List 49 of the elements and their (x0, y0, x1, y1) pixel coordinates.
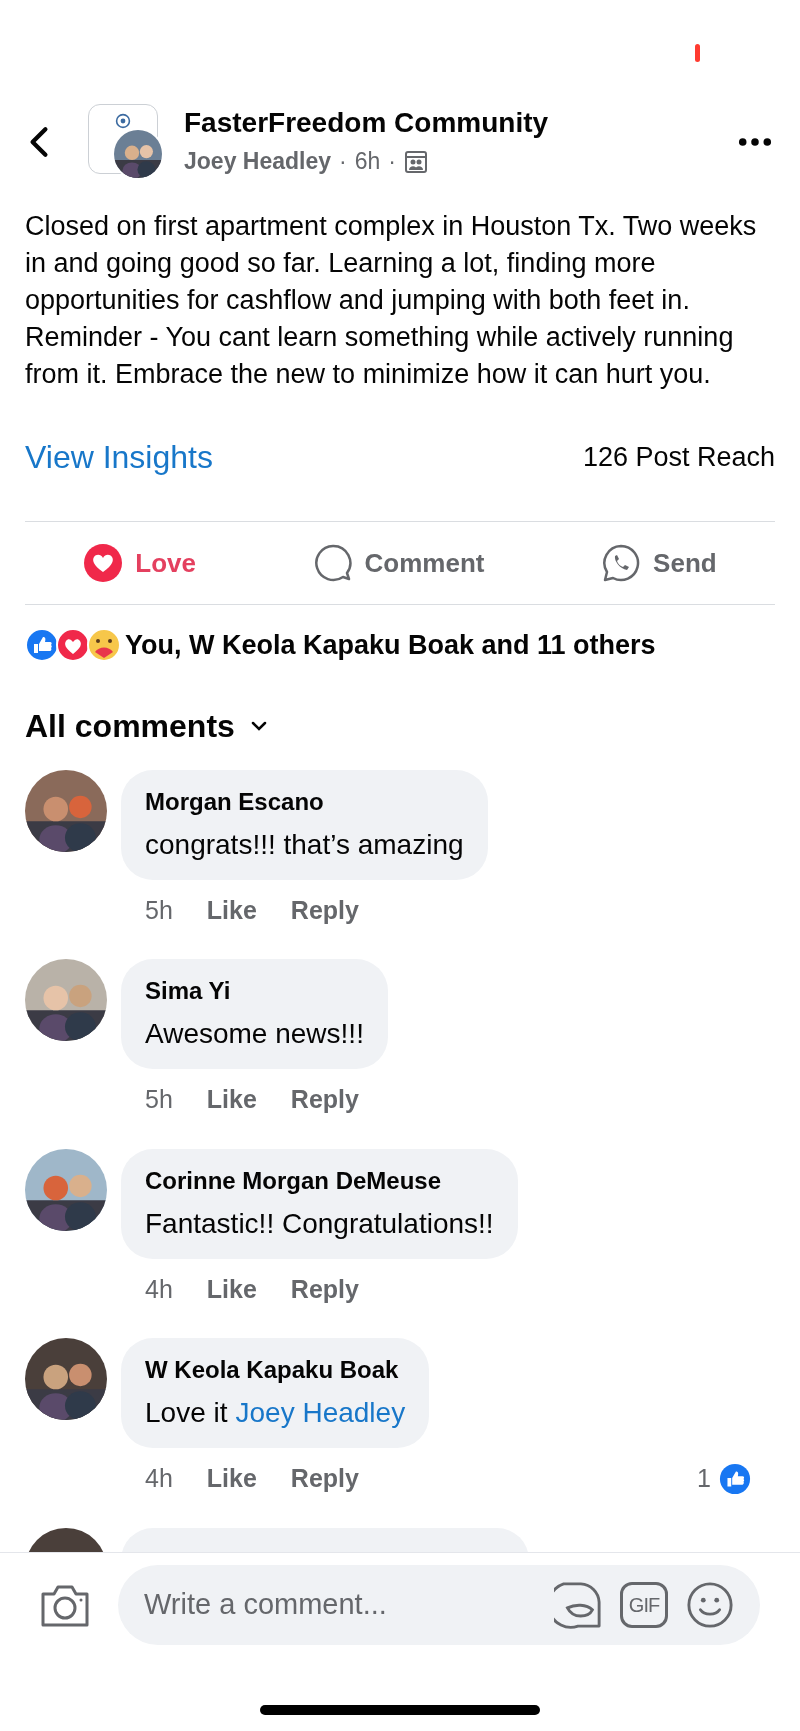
back-icon[interactable] (28, 126, 50, 158)
reply-link[interactable]: Reply (290, 1270, 359, 1308)
comment-time: 5h (145, 1084, 173, 1115)
logo-icon (115, 113, 131, 129)
group-audience-icon (403, 149, 428, 174)
sticker-icon[interactable] (554, 1581, 602, 1629)
separator: · (339, 147, 347, 177)
like-link[interactable]: Like (206, 1081, 257, 1119)
emoji-icon[interactable] (686, 1581, 734, 1629)
chevron-down-icon (250, 720, 267, 731)
post-time: 6h (354, 147, 381, 177)
commenter-name[interactable]: W Keola Kapaku Boak (145, 1352, 406, 1388)
reply-link[interactable]: Reply (290, 1081, 359, 1119)
comment-time: 4h (145, 1463, 173, 1494)
commenter-name[interactable]: Corinne Morgan DeMeuse (145, 1162, 494, 1199)
post-reach: 126 Post Reach (582, 440, 775, 474)
post-text: Closed on first apartment complex in Houston Tx. Two weeks in and going good so far. Learning a lot, finding more opportunities for cashflow and jumping with both feet in. Reminder - You cant learn something while actively running from it. Embrace the new to minimize how it can hurt you. (24, 210, 758, 391)
comment-time: 4h (145, 1273, 173, 1305)
reply-link[interactable]: Reply (290, 891, 359, 929)
speech-bubble-icon (312, 543, 353, 583)
comment-input[interactable]: Write a comment... GIF (118, 1565, 760, 1645)
action-button[interactable]: Love (83, 543, 196, 583)
comment-text: Awesome news!!! (145, 1017, 364, 1051)
action-button[interactable]: Send (601, 543, 717, 583)
comment-text: Fantastic!! Congratulations!! (145, 1206, 494, 1241)
sort-dropdown[interactable]: All comments (25, 701, 267, 750)
action-button[interactable]: Comment (312, 543, 485, 583)
like-link[interactable]: Like (206, 891, 257, 929)
gif-button[interactable]: GIF (620, 1582, 668, 1628)
comment-text: Love it (145, 1396, 228, 1430)
comment-text: congrats!!! that’s amazing (145, 827, 464, 862)
more-icon[interactable] (738, 137, 772, 147)
reaction-icons[interactable] (25, 628, 121, 663)
commenter-name[interactable]: Morgan Escano (145, 783, 464, 820)
insights-link[interactable]: View Insights (25, 433, 213, 481)
like-link[interactable]: Like (206, 1460, 257, 1498)
like-link[interactable]: Like (206, 1270, 257, 1308)
comment-time: 5h (145, 894, 173, 926)
phone-bubble-icon (601, 543, 642, 583)
separator: · (388, 147, 396, 177)
author-name[interactable]: Joey Headley (184, 144, 332, 179)
status-indicator (695, 44, 700, 62)
commenter-name[interactable]: Sima Yi (145, 973, 364, 1009)
like-icon (719, 1462, 751, 1495)
reactions-summary[interactable]: You, W Keola Kapaku Boak and 11 others (125, 625, 656, 666)
like-count: 1 (697, 1463, 711, 1494)
group-title[interactable]: FasterFreedom Community (184, 105, 722, 141)
mention-link[interactable]: Joey Headley (235, 1392, 406, 1434)
reply-link[interactable]: Reply (290, 1460, 359, 1498)
